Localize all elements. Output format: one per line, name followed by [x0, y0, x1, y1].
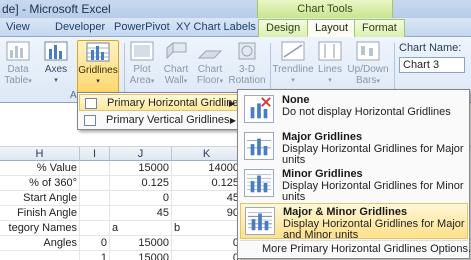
cell-h1[interactable]: % Value [0, 161, 80, 176]
3d-rotation-button[interactable]: 3-D Rotation [228, 40, 266, 96]
window-title: de] - Microsoft Excel [2, 2, 111, 16]
option-major-minor-gridlines[interactable]: Major & Minor Gridlines Display Horizont… [240, 203, 468, 241]
column-header-i[interactable]: I [80, 147, 110, 161]
vertical-gridlines-icon [84, 115, 96, 126]
cell-j4[interactable]: 45 [110, 206, 172, 221]
submenu-arrow-icon: ▶ [229, 116, 236, 125]
tab-powerpivot[interactable]: PowerPivot [114, 19, 170, 37]
column-header-h[interactable]: H [0, 147, 80, 161]
tab-xy-chart-labels[interactable]: XY Chart Labels [176, 19, 256, 37]
trendline-button[interactable]: Trendline ▾ [272, 40, 314, 96]
cell-i6[interactable]: 0 [80, 236, 110, 251]
option-major-gridlines[interactable]: Major Gridlines Display Horizontal Gridl… [240, 129, 468, 166]
horizontal-gridlines-submenu: None Do not display Horizontal Gridlines… [237, 89, 471, 259]
cell-i4[interactable] [80, 206, 110, 221]
chart-tools-header: Chart Tools [257, 0, 393, 18]
trendline-icon [281, 41, 305, 61]
cell-i5[interactable] [80, 221, 110, 236]
cell-k4[interactable]: 90 [172, 206, 242, 221]
more-horizontal-gridlines-options[interactable]: More Primary Horizontal Gridlines Option… [240, 240, 471, 257]
cell-j3[interactable]: 0 [110, 191, 172, 206]
chart-floor-icon [197, 50, 223, 59]
column-header-k[interactable]: K [172, 147, 242, 161]
no-gridlines-icon [244, 95, 274, 123]
major-minor-gridlines-icon [245, 207, 275, 235]
cell-j2[interactable]: 0.125 [110, 176, 172, 191]
chart-wall-button[interactable]: Chart Wall▾ [160, 40, 192, 96]
tab-format[interactable]: Format [354, 19, 405, 37]
ribbon-separator [124, 43, 125, 93]
submenu-arrow-icon: ▶ [228, 99, 235, 108]
ribbon-separator [394, 43, 395, 93]
data-table-button[interactable]: Data Table▾ [2, 40, 34, 96]
title-bar: de] - Microsoft Excel Chart Tools [0, 0, 471, 18]
up-down-bars-button[interactable]: Up/Down Bars▾ [346, 40, 390, 96]
lines-icon [318, 41, 342, 61]
cell-k2[interactable]: 0.125 [172, 176, 242, 191]
gridlines-menu: Primary Horizontal Gridlines ▶ Primary V… [77, 92, 244, 130]
horizontal-gridlines-icon [85, 98, 97, 109]
chart-wall-icon [166, 41, 187, 60]
chart-floor-button[interactable]: Chart Floor▾ [194, 40, 226, 96]
cell-j6[interactable]: 15000 [110, 236, 172, 251]
cell-h2[interactable]: % of 360° [0, 176, 80, 191]
cell-h4[interactable]: Finish Angle [0, 206, 80, 221]
lines-button[interactable]: Lines ▾ [316, 40, 344, 96]
ribbon-group-label: A [70, 90, 77, 101]
cell-i3[interactable] [80, 191, 110, 206]
plot-area-button[interactable]: Plot Area▾ [127, 40, 157, 96]
ribbon-separator [270, 43, 271, 93]
gridlines-button[interactable]: Gridlines ▾ [77, 40, 119, 96]
cell-k3[interactable]: 45 [172, 191, 242, 206]
chart-name-input[interactable]: Chart 3 [399, 57, 465, 73]
tab-developer[interactable]: Developer [55, 19, 105, 37]
cell-k5[interactable]: b [172, 221, 242, 236]
major-gridlines-icon [244, 132, 274, 160]
cell-j1[interactable]: 15000 [110, 161, 172, 176]
menu-item-primary-horizontal-gridlines[interactable]: Primary Horizontal Gridlines ▶ [79, 94, 244, 111]
cell-i7[interactable]: 1 [80, 251, 110, 260]
3d-rotation-icon [238, 42, 256, 60]
option-minor-gridlines[interactable]: Minor Gridlines Display Horizontal Gridl… [240, 166, 468, 203]
data-table-icon [6, 41, 30, 61]
up-down-bars-icon [356, 41, 380, 61]
tab-layout[interactable]: Layout [307, 19, 357, 37]
chart-name-label: Chart Name: [399, 42, 462, 54]
axes-button[interactable]: Axes ▾ [38, 40, 74, 96]
tab-view[interactable]: View [6, 19, 30, 37]
cell-h7[interactable] [0, 251, 80, 260]
cell-h5[interactable]: tegory Names [0, 221, 80, 236]
cell-i1[interactable] [80, 161, 110, 176]
menu-item-primary-vertical-gridlines[interactable]: Primary Vertical Gridlines ▶ [79, 112, 241, 129]
ribbon-tabs: View Developer PowerPivot XY Chart Label… [0, 18, 471, 37]
option-none[interactable]: None Do not display Horizontal Gridlines [240, 92, 468, 128]
cell-k6[interactable]: 0 [172, 236, 242, 251]
minor-gridlines-icon [244, 169, 274, 197]
tab-design[interactable]: Design [258, 19, 309, 37]
cell-j7[interactable]: 15000 [110, 251, 172, 260]
cell-h3[interactable]: Start Angle [0, 191, 80, 206]
cell-k1[interactable]: 14000 [172, 161, 242, 176]
axes-icon [44, 41, 68, 61]
cell-h6[interactable]: Angles [0, 236, 80, 251]
column-header-j[interactable]: J [110, 147, 172, 161]
cell-k7[interactable]: 0 [172, 251, 242, 260]
plot-area-icon [130, 41, 154, 61]
gridlines-icon [86, 42, 110, 62]
cell-i2[interactable] [80, 176, 110, 191]
cell-j5[interactable]: a [110, 221, 172, 236]
